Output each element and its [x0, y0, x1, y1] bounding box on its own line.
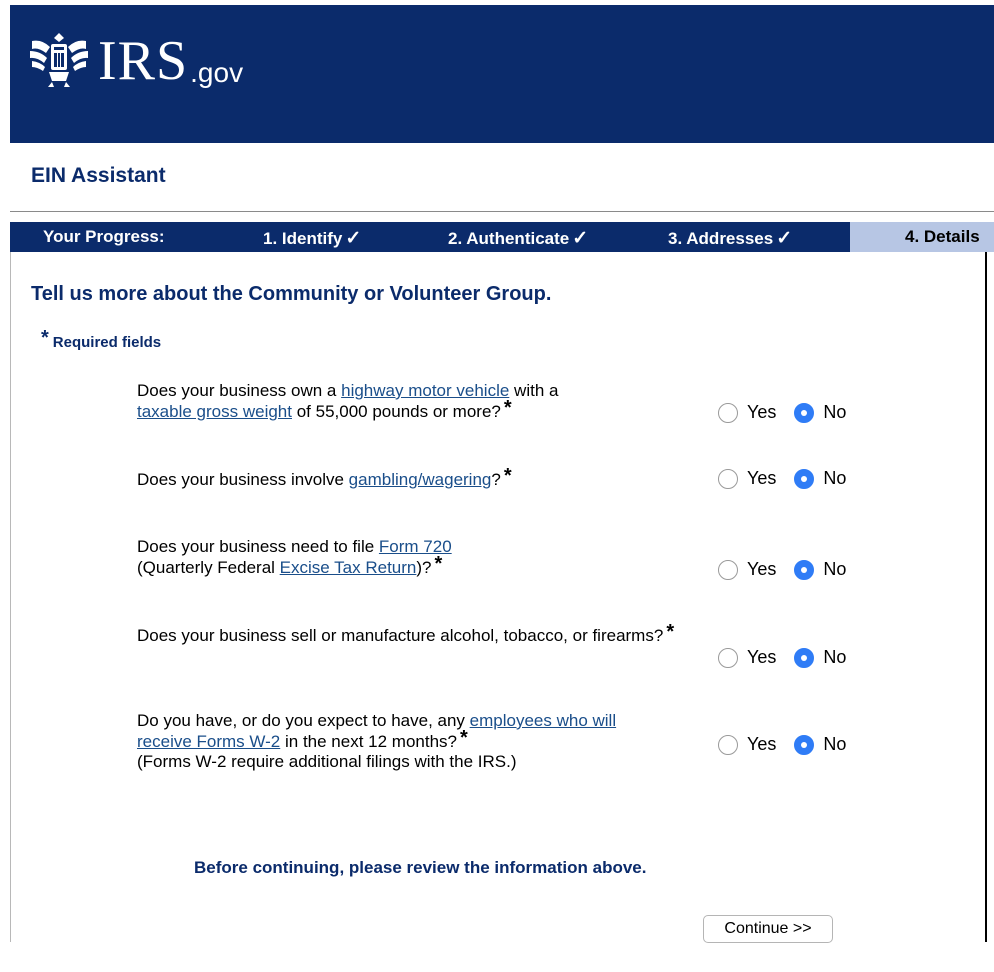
site-header: IRS .gov: [10, 5, 994, 143]
logo-gov-text: .gov: [190, 57, 244, 88]
required-star: *: [666, 621, 675, 643]
continue-button[interactable]: Continue >>: [703, 915, 833, 943]
page-title: EIN Assistant: [31, 164, 166, 187]
required-fields-label: Required fields: [52, 334, 162, 351]
radio-yes[interactable]: [718, 559, 738, 580]
progress-step-label: 3. Addresses: [668, 229, 774, 248]
radio-no-label[interactable]: No: [823, 734, 846, 755]
radio-no-selected[interactable]: [794, 559, 815, 580]
radio-no-label[interactable]: No: [823, 468, 846, 489]
review-notice: Before continuing, please review the inf…: [194, 858, 647, 877]
radio-yes-label[interactable]: Yes: [747, 468, 776, 489]
question-text: Do you have, or do you expect to have, a…: [137, 711, 470, 730]
required-fields-note: * Required fields: [41, 327, 162, 353]
radio-yes-label[interactable]: Yes: [747, 647, 776, 668]
progress-step-authenticate: 2. Authenticate ✓: [448, 227, 588, 250]
progress-step-label: 2. Authenticate: [448, 229, 570, 248]
question-text: in the next 12 months?: [280, 732, 457, 751]
radio-yes-label[interactable]: Yes: [747, 559, 776, 580]
progress-step-addresses: 3. Addresses ✓: [668, 227, 792, 250]
radio-yes-label[interactable]: Yes: [747, 402, 776, 423]
radio-no-selected[interactable]: [794, 647, 815, 668]
question-text: Does your business own a: [137, 381, 342, 400]
question-heavy-vehicle: Does your business own a highway motor v…: [137, 381, 697, 422]
irs-logo[interactable]: IRS .gov: [28, 27, 243, 89]
radio-no-selected[interactable]: [794, 402, 815, 423]
radio-yes[interactable]: [718, 734, 738, 755]
question-text: ?: [491, 470, 501, 489]
link-highway-motor-vehicle[interactable]: highway motor vehicle: [341, 381, 509, 400]
content-frame: [10, 252, 987, 942]
radio-no-selected[interactable]: [794, 468, 815, 489]
required-star: *: [41, 327, 49, 349]
question-text: Does your business involve: [137, 470, 349, 489]
radio-yes[interactable]: [718, 647, 738, 668]
question-text: (Quarterly Federal: [137, 558, 280, 577]
radio-group-form-720: Yes No: [718, 559, 846, 580]
question-alcohol-tobacco-firearms: Does your business sell or manufacture a…: [137, 622, 682, 646]
required-star: *: [503, 465, 512, 487]
progress-step-label: 4. Details: [905, 227, 980, 246]
radio-no-label[interactable]: No: [823, 559, 846, 580]
question-text: Does your business sell or manufacture a…: [137, 626, 664, 645]
progress-step-details: 4. Details: [850, 222, 994, 252]
link-excise-tax-return[interactable]: Excise Tax Return: [280, 558, 417, 577]
radio-yes[interactable]: [718, 402, 738, 423]
required-star: *: [460, 727, 468, 749]
check-icon: ✓: [776, 228, 793, 249]
irs-eagle-logo-icon: [30, 33, 88, 87]
radio-yes-label[interactable]: Yes: [747, 734, 776, 755]
radio-group-employees: Yes No: [718, 734, 846, 755]
link-gambling-wagering[interactable]: gambling/wagering: [349, 470, 492, 489]
question-text: with a: [509, 381, 559, 400]
radio-group-alcohol-tobacco-firearms: Yes No: [718, 647, 846, 668]
question-employees: Do you have, or do you expect to have, a…: [137, 711, 637, 772]
progress-bar: Your Progress: 1. Identify ✓ 2. Authentic…: [10, 222, 994, 252]
logo-irs-text: IRS: [98, 30, 189, 92]
radio-group-gambling: Yes No: [718, 468, 846, 489]
progress-step-identify: 1. Identify ✓: [263, 227, 361, 250]
radio-no-label[interactable]: No: [823, 402, 846, 423]
radio-yes[interactable]: [718, 468, 738, 489]
link-taxable-gross-weight[interactable]: taxable gross weight: [137, 402, 292, 421]
divider: [10, 211, 994, 212]
check-icon: ✓: [572, 228, 589, 249]
question-note: (Forms W-2 require additional filings wi…: [137, 752, 517, 771]
radio-no-label[interactable]: No: [823, 647, 846, 668]
required-star: *: [503, 397, 512, 419]
progress-label: Your Progress:: [43, 227, 165, 246]
question-form-720: Does your business need to file Form 720…: [137, 537, 697, 578]
radio-no-selected[interactable]: [794, 734, 815, 755]
question-text: of 55,000 pounds or more?: [291, 402, 501, 421]
radio-group-heavy-vehicle: Yes No: [718, 402, 846, 423]
check-icon: ✓: [345, 228, 362, 249]
question-text: )?: [416, 558, 432, 577]
question-gambling: Does your business involve gambling/wage…: [137, 466, 697, 490]
required-star: *: [434, 553, 443, 575]
section-heading: Tell us more about the Community or Volu…: [31, 283, 552, 305]
progress-step-label: 1. Identify: [263, 229, 343, 248]
question-text: Does your business need to file: [137, 537, 379, 556]
